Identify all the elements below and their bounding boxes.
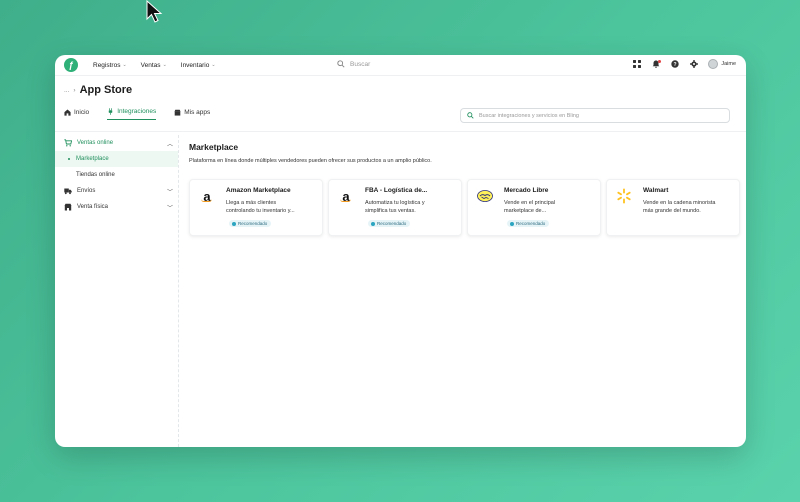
breadcrumb-prefix[interactable]: ... [64, 87, 69, 94]
walmart-icon [616, 188, 632, 204]
nav-inventario[interactable]: Inventario ⌄ [181, 62, 216, 69]
help-icon[interactable]: ? [670, 60, 679, 69]
header-divider [55, 131, 746, 132]
integrations-search-input[interactable]: Buscar integraciones y servicios en Blin… [460, 108, 730, 123]
top-bar: ƒ Registros ⌄ Ventas ⌄ Inventario ⌄ Buscar [55, 55, 746, 76]
chevron-right-icon: › [73, 86, 76, 94]
tab-inicio[interactable]: Inicio [64, 109, 89, 120]
card-title: Mercado Libre [504, 187, 549, 194]
chevron-down-icon: ﹀ [166, 189, 173, 196]
notification-dot [658, 59, 662, 63]
cart-icon [64, 139, 72, 147]
top-icons: ? Jaime [632, 59, 736, 69]
tab-integraciones[interactable]: Integraciones [107, 108, 157, 120]
sidebar-item-marketplace[interactable]: Marketplace [55, 151, 178, 167]
app-logo[interactable]: ƒ [64, 58, 78, 72]
home-icon [64, 109, 71, 116]
search-icon [467, 112, 474, 119]
mercadolibre-icon [477, 188, 493, 204]
section-title: Marketplace [189, 142, 239, 152]
chevron-down-icon: ﹀ [166, 205, 173, 212]
recommended-badge: Recomendado [507, 220, 550, 227]
badge-dot-icon [371, 221, 375, 226]
amazon-icon: a [338, 188, 354, 204]
recommended-badge: Recomendado [368, 220, 411, 227]
nav-registros[interactable]: Registros ⌄ [93, 62, 127, 69]
integration-cards: a Amazon Marketplace Llega a más cliente… [189, 179, 740, 236]
chevron-down-icon: ⌄ [122, 62, 127, 68]
chevron-up-icon: ︿ [166, 141, 173, 148]
card-description: Llega a más clientes controlando tu inve… [226, 200, 295, 215]
card-description: Vende en la cadena minorista más grande … [643, 200, 716, 215]
chevron-down-icon: ⌄ [211, 62, 216, 68]
recommended-badge: Recomendado [229, 220, 272, 227]
bell-icon[interactable] [651, 59, 662, 69]
card-description: Automatiza tu logística y simplifica tus… [365, 200, 425, 215]
tab-mis-apps[interactable]: Mis apps [174, 109, 210, 120]
sidebar-group-ventas-online[interactable]: Ventas online ︿ [55, 135, 178, 151]
badge-dot-icon [232, 221, 236, 226]
nav-ventas[interactable]: Ventas ⌄ [141, 62, 167, 69]
sidebar: Ventas online ︿ Marketplace Tiendas onli… [55, 135, 179, 447]
user-menu[interactable]: Jaime [708, 59, 736, 69]
sidebar-group-envios[interactable]: Envíos ﹀ [55, 183, 178, 199]
store-icon [174, 109, 181, 116]
truck-icon [64, 188, 72, 195]
integrations-search-placeholder: Buscar integraciones y servicios en Blin… [479, 112, 579, 119]
badge-dot-icon [510, 221, 514, 226]
card-title: FBA - Logística de... [365, 187, 428, 194]
gear-icon[interactable] [689, 60, 698, 69]
global-search-placeholder: Buscar [350, 60, 371, 68]
card-walmart[interactable]: Walmart Vende en la cadena minorista más… [606, 179, 740, 236]
apps-grid-icon[interactable] [632, 60, 641, 69]
user-name: Jaime [721, 61, 736, 67]
sidebar-item-tiendas-online[interactable]: Tiendas online [55, 167, 178, 183]
breadcrumb: ... › App Store [64, 82, 737, 98]
chevron-down-icon: ⌄ [162, 62, 167, 68]
sidebar-group-venta-fisica[interactable]: Venta física ﹀ [55, 199, 178, 215]
card-fba-logistica[interactable]: a FBA - Logística de... Automatiza tu lo… [328, 179, 462, 236]
card-title: Walmart [643, 187, 669, 194]
store-icon [64, 203, 72, 211]
card-title: Amazon Marketplace [226, 187, 291, 194]
mouse-cursor-icon [146, 0, 163, 23]
main-content: Marketplace Plataforma en línea donde mú… [181, 135, 746, 447]
card-description: Vende en el principal marketplace de... [504, 200, 556, 215]
section-description: Plataforma en línea donde múltiples vend… [189, 158, 432, 164]
card-mercado-libre[interactable]: Mercado Libre Vende en el principal mark… [467, 179, 601, 236]
amazon-icon: a [199, 188, 215, 204]
plug-icon [108, 108, 113, 115]
svg-text:?: ? [673, 62, 676, 68]
top-nav: Registros ⌄ Ventas ⌄ Inventario ⌄ [93, 62, 216, 69]
card-amazon-marketplace[interactable]: a Amazon Marketplace Llega a más cliente… [189, 179, 323, 236]
avatar [708, 59, 719, 69]
search-icon [337, 60, 345, 68]
page-title: App Store [79, 84, 133, 96]
global-search[interactable]: Buscar [337, 60, 370, 68]
app-window: ƒ Registros ⌄ Ventas ⌄ Inventario ⌄ Buscar [55, 55, 746, 447]
